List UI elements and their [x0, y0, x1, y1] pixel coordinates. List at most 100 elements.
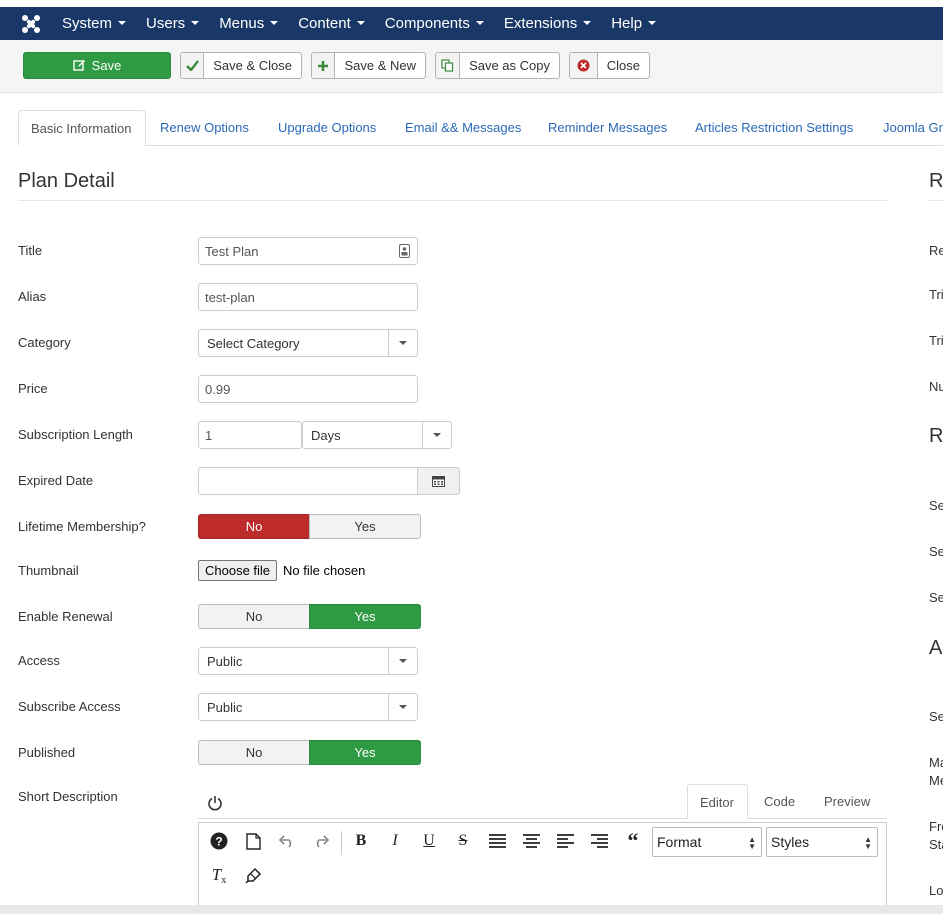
bold-icon[interactable]: B [349, 829, 373, 853]
price-value: 0.99 [205, 381, 231, 397]
file-status: No file chosen [283, 563, 366, 578]
caret-down-icon [475, 21, 484, 26]
save-copy-button[interactable]: Save as Copy [435, 52, 560, 79]
main-menu: System Users Menus Content Components Ex… [52, 7, 666, 40]
align-center-icon[interactable] [519, 829, 543, 853]
caret-down-icon [648, 21, 657, 26]
chevron-down-icon [422, 422, 451, 448]
italic-icon[interactable]: I [383, 829, 407, 853]
save-new-label: Save & New [344, 58, 416, 73]
caret-down-icon [583, 21, 592, 26]
right-label-9: Ma [929, 755, 943, 770]
close-button[interactable]: Close [569, 52, 650, 79]
price-label: Price [18, 381, 48, 396]
plus-icon [312, 53, 336, 78]
menu-users[interactable]: Users [136, 7, 209, 40]
right-label-7: Se [929, 590, 943, 605]
save-button[interactable]: Save [23, 52, 171, 79]
menu-help[interactable]: Help [601, 7, 666, 40]
subscription-length-input[interactable]: 1 [198, 421, 302, 449]
svg-text:?: ? [215, 835, 222, 849]
right-section-divider [929, 200, 943, 201]
right-section-title-1: R [929, 170, 943, 192]
title-input[interactable]: Test Plan [198, 237, 418, 265]
caret-down-icon [356, 21, 365, 26]
renewal-label: Enable Renewal [18, 609, 113, 624]
joomla-logo-icon[interactable] [20, 13, 42, 35]
close-circle-icon [570, 53, 598, 78]
tab-articles-restriction[interactable]: Articles Restriction Settings [695, 110, 853, 146]
category-select[interactable]: Select Category [198, 329, 418, 357]
tab-reminder-messages[interactable]: Reminder Messages [548, 110, 667, 146]
short-description-editor: Editor Code Preview ? B I U S “ Format ▲… [198, 784, 887, 914]
renewal-no-option[interactable]: No [198, 604, 309, 629]
menu-label: Content [298, 15, 351, 32]
lifetime-yes-option[interactable]: Yes [309, 514, 421, 539]
save-new-button[interactable]: Save & New [311, 52, 426, 79]
format-select[interactable]: Format ▲ ▼ [652, 827, 762, 857]
strikethrough-icon[interactable]: S [451, 829, 475, 853]
menu-label: Menus [219, 15, 265, 32]
tab-upgrade-options[interactable]: Upgrade Options [278, 110, 376, 146]
renewal-yes-option[interactable]: Yes [309, 604, 421, 629]
choose-file-button[interactable]: Choose file [198, 560, 278, 581]
menu-extensions[interactable]: Extensions [494, 7, 601, 40]
alias-input[interactable]: test-plan [198, 283, 418, 311]
menu-components[interactable]: Components [375, 7, 494, 40]
right-section-title-3: Ac [929, 637, 943, 659]
align-left-icon[interactable] [553, 829, 577, 853]
align-right-icon[interactable] [587, 829, 611, 853]
tab-email-messages[interactable]: Email && Messages [405, 110, 521, 146]
clean-brush-icon[interactable] [241, 863, 265, 887]
tab-renew-options[interactable]: Renew Options [160, 110, 249, 146]
align-justify-icon[interactable] [485, 829, 509, 853]
menu-label: Users [146, 15, 186, 32]
editor-tab-preview[interactable]: Preview [824, 784, 870, 819]
save-close-label: Save & Close [213, 58, 292, 73]
editor-tab-code[interactable]: Code [764, 784, 795, 819]
clear-formatting-icon[interactable]: Tx [207, 863, 231, 887]
price-input[interactable]: 0.99 [198, 375, 418, 403]
right-label-5: Se [929, 498, 943, 513]
access-select[interactable]: Public [198, 647, 418, 675]
lifetime-label: Lifetime Membership? [18, 519, 146, 534]
section-divider [18, 200, 887, 201]
plan-tabs: Basic Information Renew Options Upgrade … [0, 110, 943, 146]
access-label: Access [18, 653, 60, 668]
toolbar: Save Save & Close Save & New Save as Cop… [0, 40, 943, 93]
menu-system[interactable]: System [52, 7, 136, 40]
power-toggle-icon[interactable] [207, 795, 223, 811]
editor-tab-editor[interactable]: Editor [687, 784, 748, 819]
help-icon[interactable]: ? [207, 829, 231, 853]
published-label: Published [18, 745, 76, 760]
right-label-6: Se [929, 544, 943, 559]
tab-basic-information[interactable]: Basic Information [18, 110, 146, 146]
tab-joomla-groups[interactable]: Joomla Gr [883, 110, 943, 146]
underline-icon[interactable]: U [417, 829, 441, 853]
menu-label: Help [611, 15, 643, 32]
save-close-button[interactable]: Save & Close [180, 52, 302, 79]
lifetime-no-option[interactable]: No [198, 514, 309, 539]
blockquote-icon[interactable]: “ [621, 828, 645, 853]
right-label-2: Tri [929, 287, 943, 302]
styles-select[interactable]: Styles ▲ ▼ [766, 827, 878, 857]
calendar-icon [432, 476, 445, 487]
menu-menus[interactable]: Menus [209, 7, 288, 40]
expired-date-input[interactable] [198, 467, 418, 495]
title-value: Test Plan [205, 243, 259, 259]
subscription-unit-select[interactable]: Days [302, 421, 452, 449]
published-yes-option[interactable]: Yes [309, 740, 421, 765]
calendar-button[interactable] [417, 467, 460, 495]
published-no-option[interactable]: No [198, 740, 309, 765]
undo-icon[interactable] [275, 829, 299, 853]
menu-label: Components [384, 15, 470, 32]
alias-value: test-plan [205, 289, 255, 305]
save-copy-label: Save as Copy [469, 58, 550, 73]
redo-icon[interactable] [309, 829, 333, 853]
menu-label: Extensions [503, 15, 578, 32]
lifetime-toggle: No Yes [198, 514, 421, 539]
subscribe-access-select[interactable]: Public [198, 693, 418, 721]
right-label-1: Re [929, 243, 943, 258]
menu-content[interactable]: Content [288, 7, 375, 40]
new-document-icon[interactable] [241, 829, 265, 853]
